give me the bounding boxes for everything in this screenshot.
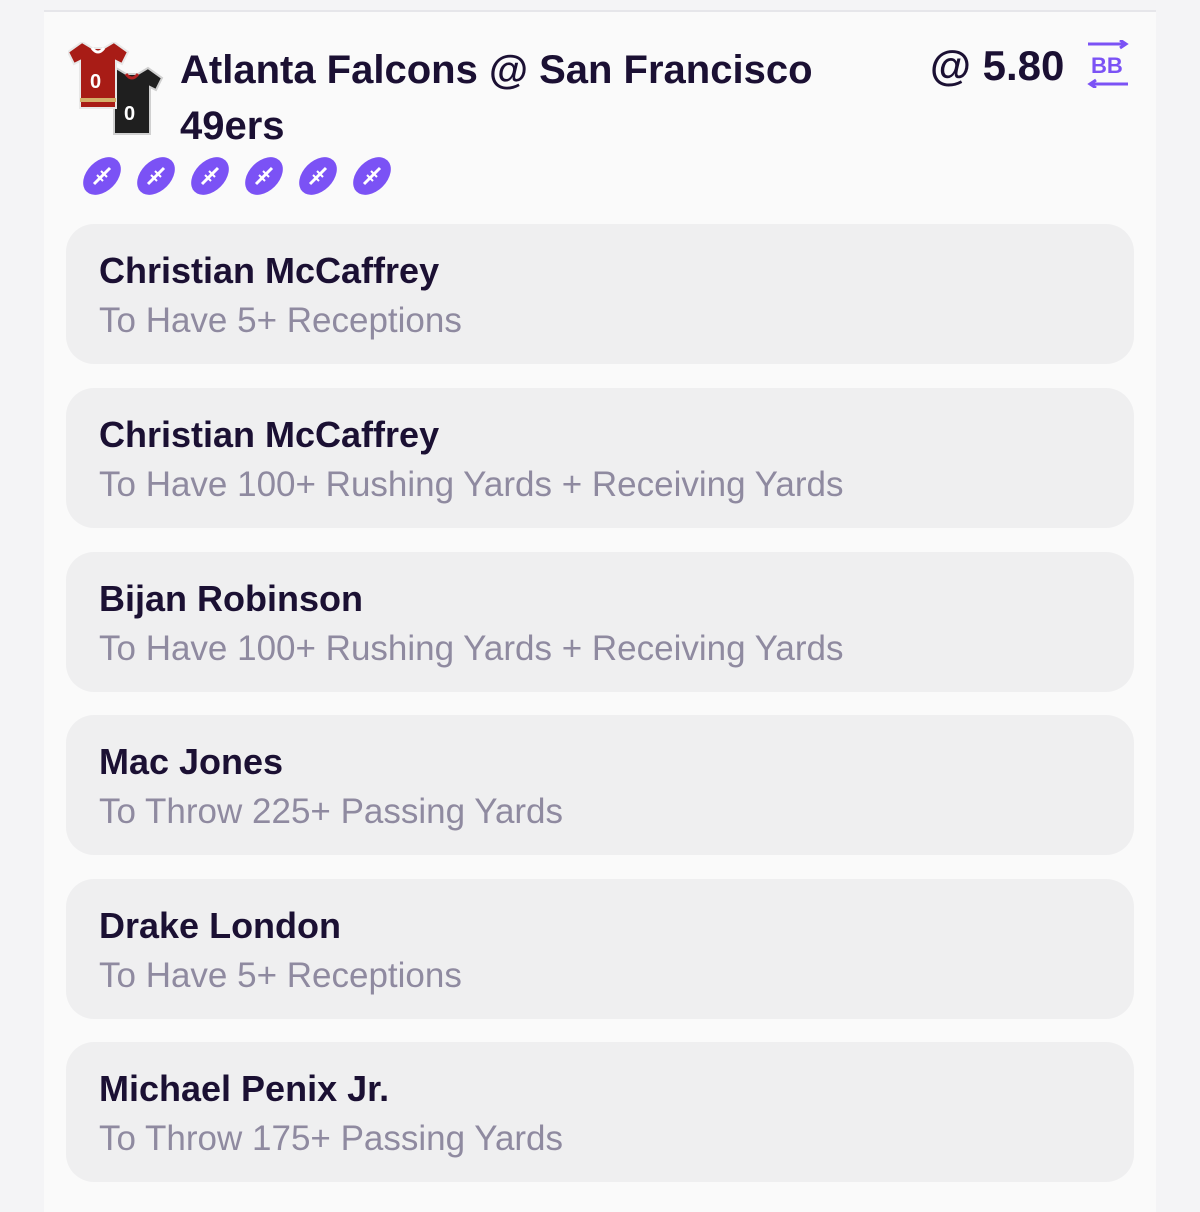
- football-icon: [299, 157, 337, 195]
- leg-market: To Have 100+ Rushing Yards + Receiving Y…: [99, 465, 844, 504]
- leg-player-name: Michael Penix Jr.: [99, 1068, 390, 1109]
- football-icon: [191, 157, 229, 195]
- leg-player-name: Bijan Robinson: [99, 578, 363, 619]
- bet-leg[interactable]: Christian McCaffrey To Have 100+ Rushing…: [66, 388, 1134, 528]
- football-icon: [353, 157, 391, 195]
- leg-player-name: Christian McCaffrey: [99, 250, 440, 291]
- bet-leg[interactable]: Mac Jones To Throw 225+ Passing Yards: [66, 715, 1134, 855]
- football-row: [80, 154, 394, 198]
- leg-market: To Throw 225+ Passing Yards: [99, 792, 564, 831]
- bet-builder-label: BB: [1091, 53, 1123, 78]
- leg-player-name: Drake London: [99, 905, 342, 946]
- leg-market: To Throw 175+ Passing Yards: [99, 1119, 564, 1158]
- bet-builder-icon[interactable]: BB: [1084, 40, 1132, 88]
- jersey-number-back: 0: [124, 103, 135, 125]
- football-icon: [83, 157, 121, 195]
- bet-leg[interactable]: Drake London To Have 5+ Receptions: [66, 879, 1134, 1019]
- odds-value: @ 5.80: [930, 42, 1065, 89]
- bet-leg[interactable]: Michael Penix Jr. To Throw 175+ Passing …: [66, 1042, 1134, 1182]
- bet-leg[interactable]: Christian McCaffrey To Have 5+ Reception…: [66, 224, 1134, 364]
- leg-market: To Have 100+ Rushing Yards + Receiving Y…: [99, 629, 844, 668]
- leg-player-name: Christian McCaffrey: [99, 414, 440, 455]
- leg-market: To Have 5+ Receptions: [99, 956, 462, 995]
- leg-market: To Have 5+ Receptions: [99, 301, 462, 340]
- bet-leg[interactable]: Bijan Robinson To Have 100+ Rushing Yard…: [66, 552, 1134, 692]
- bet-card: 0 0 Atlanta Falcons @ San Francisco 49er…: [44, 10, 1156, 1212]
- leg-player-name: Mac Jones: [99, 741, 284, 782]
- match-title: Atlanta Falcons @ San Francisco 49ers: [180, 48, 813, 148]
- jersey-number-front: 0: [90, 71, 101, 93]
- football-icon: [137, 157, 175, 195]
- jerseys-icon: 0 0: [68, 42, 164, 135]
- football-icon: [245, 157, 283, 195]
